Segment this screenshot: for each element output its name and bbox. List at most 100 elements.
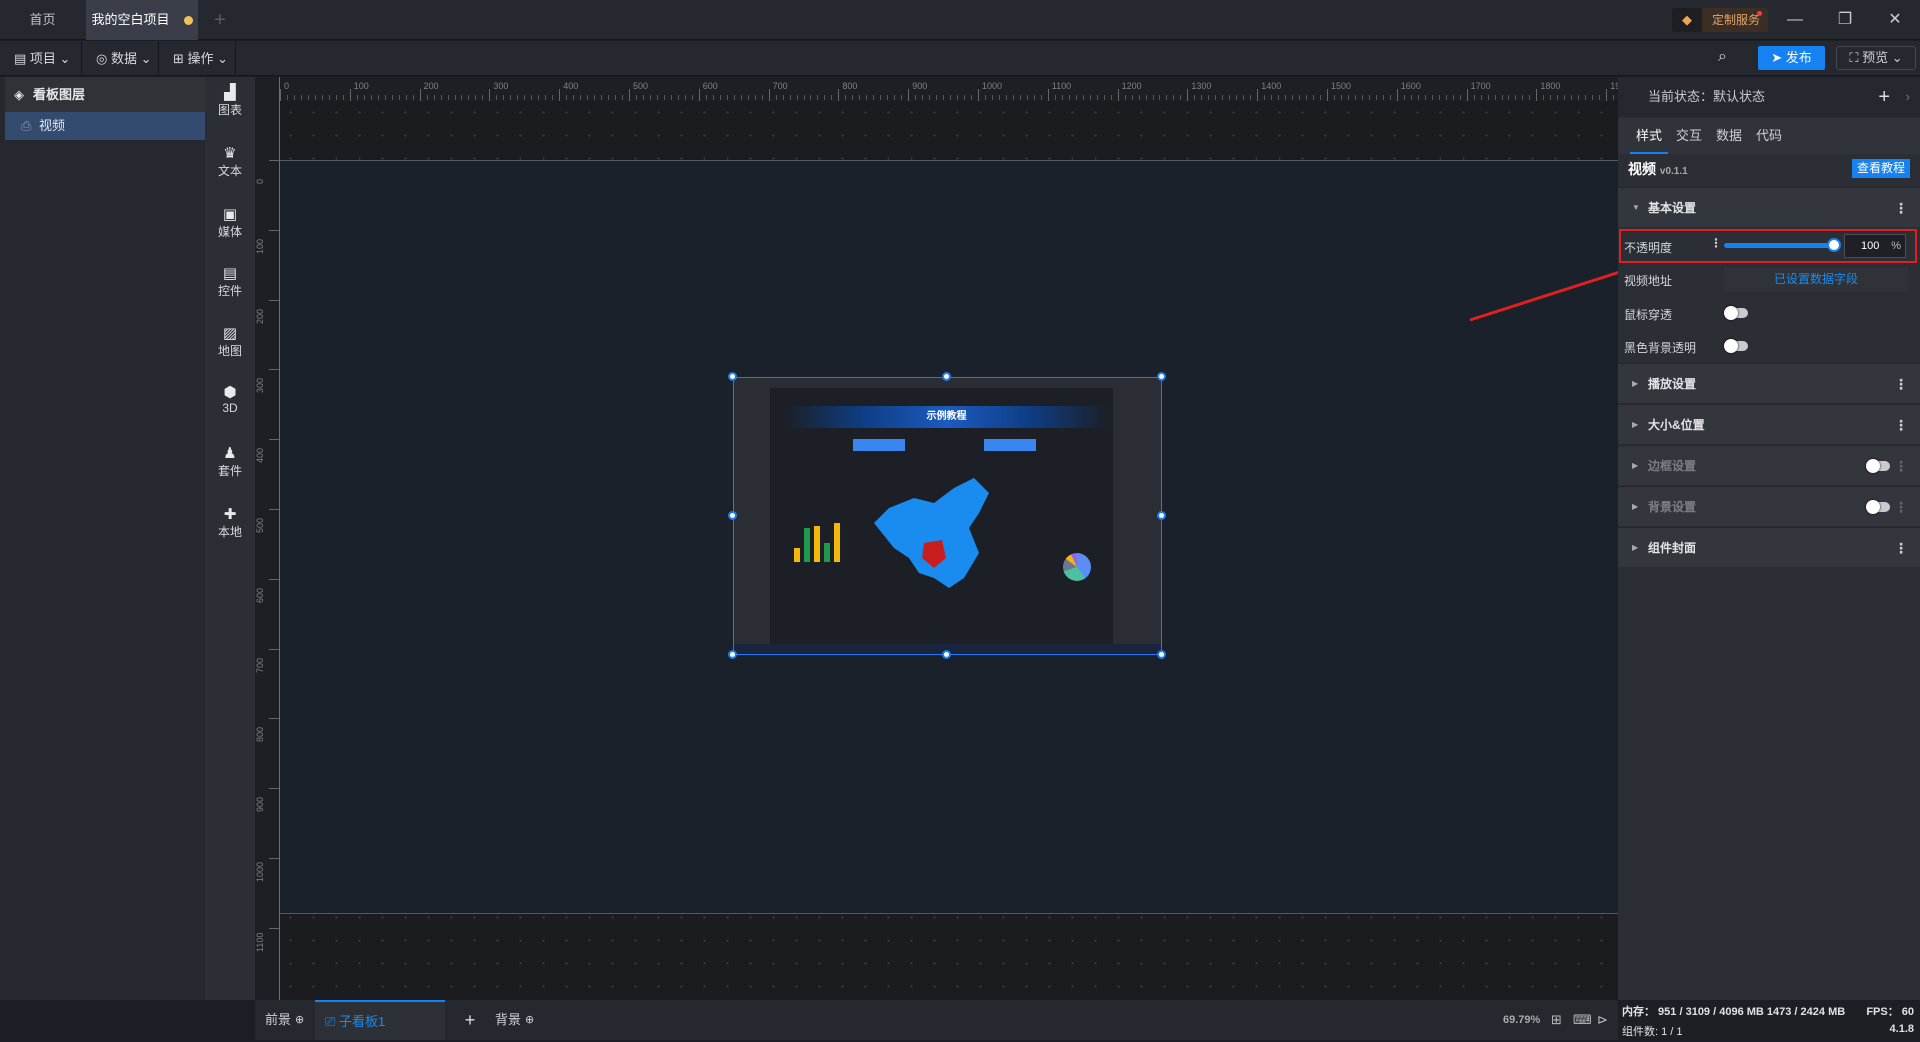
more-icon[interactable]: ⋮ <box>1894 188 1908 228</box>
section-2[interactable]: ▶ 边框设置 ⋮ <box>1618 445 1920 485</box>
ruler-tick <box>747 95 749 100</box>
foreground-tab[interactable]: 前景 ⊕ <box>265 1000 315 1040</box>
resize-handle[interactable] <box>1157 650 1166 659</box>
menu-operation[interactable]: ⊞ 操作 ⌄ <box>159 41 236 76</box>
tab-project[interactable]: 我的空白项目 <box>86 0 198 40</box>
menu-data[interactable]: ◎ 数据 ⌄ <box>82 41 159 76</box>
state-label: 当前状态：默认状态 <box>1648 89 1766 104</box>
component-count: 组件数: 1 / 1 <box>1622 1026 1683 1038</box>
video-url-field[interactable]: 已设置数据字段 <box>1724 267 1908 291</box>
menu-project[interactable]: ▤ 项目 ⌄ <box>0 41 82 76</box>
ruler-tick <box>608 95 610 100</box>
black-bg-toggle[interactable] <box>1724 339 1748 353</box>
ruler-label: 1000 <box>255 861 265 882</box>
ruler-tick <box>321 95 323 100</box>
resize-handle[interactable] <box>728 511 737 520</box>
chevron-right-icon[interactable]: › <box>1906 77 1910 117</box>
publish-label: 发布 <box>1785 50 1812 65</box>
panel-tab-0[interactable]: 样式 <box>1630 118 1668 154</box>
ruler-tick <box>831 95 833 100</box>
resize-handle[interactable] <box>1157 511 1166 520</box>
more-icon[interactable]: ⋮ <box>1894 528 1908 568</box>
component-2[interactable]: ▣ 媒体 <box>205 207 255 240</box>
tutorial-button[interactable]: 查看教程 <box>1851 159 1910 178</box>
ruler-tick <box>866 95 868 100</box>
resize-handle[interactable] <box>728 650 737 659</box>
layer-item-video[interactable]: ⎙ 视频 <box>5 112 205 140</box>
publish-button[interactable]: ➤ 发布 <box>1758 46 1825 70</box>
subboard-label: 子看板1 <box>339 1014 386 1029</box>
slider-handle[interactable] <box>1827 238 1841 252</box>
ruler-tick <box>552 95 554 100</box>
more-icon[interactable]: ⋮ <box>1894 446 1908 486</box>
section-1[interactable]: ▶ 大小&位置 ⋮ <box>1618 404 1920 444</box>
resize-handle[interactable] <box>942 650 951 659</box>
ruler-tick <box>1285 95 1287 100</box>
minimize-button[interactable]: — <box>1780 8 1810 32</box>
ruler-tick <box>873 95 875 100</box>
more-icon[interactable]: ⋮ <box>1894 405 1908 445</box>
caret-down-icon: ▼ <box>1632 203 1640 212</box>
section-toggle[interactable] <box>1866 500 1890 514</box>
preview-label: 预览 <box>1862 50 1889 65</box>
section-toggle[interactable] <box>1866 459 1890 473</box>
diamond-icon: ◆ <box>1672 8 1702 32</box>
ruler-label: 1100 <box>1051 81 1072 91</box>
ruler-tick <box>419 89 421 101</box>
section-basic[interactable]: ▼ 基本设置 ⋮ <box>1618 187 1920 227</box>
ruler-tick <box>269 299 279 301</box>
resize-handle[interactable] <box>942 372 951 381</box>
preview-button[interactable]: ⛶ 预览 ⌄ <box>1836 46 1916 70</box>
section-3[interactable]: ▶ 背景设置 ⋮ <box>1618 486 1920 526</box>
more-icon[interactable]: ⋮ <box>1894 487 1908 527</box>
app-version: 4.1.8 <box>1889 1023 1914 1035</box>
add-board-button[interactable]: + <box>455 1000 485 1040</box>
ruler-tick <box>810 95 812 100</box>
panel-tab-2[interactable]: 数据 <box>1710 118 1748 154</box>
ruler-tick <box>1333 95 1335 100</box>
resize-handle[interactable] <box>728 372 737 381</box>
restore-button[interactable]: ❐ <box>1830 8 1860 32</box>
ruler-tick <box>964 95 966 100</box>
section-0[interactable]: ▶ 播放设置 ⋮ <box>1618 363 1920 403</box>
component-0[interactable]: ▟ 图表 <box>205 85 255 118</box>
background-tab[interactable]: 背景 ⊕ <box>485 1000 545 1040</box>
component-4[interactable]: ▨ 地图 <box>205 326 255 359</box>
panel-tab-1[interactable]: 交互 <box>1670 118 1708 154</box>
ruler-tick <box>342 95 344 100</box>
more-icon[interactable]: ⋮ <box>1894 364 1908 404</box>
add-circle-icon[interactable]: ⊕ <box>525 1014 534 1026</box>
zoom-level[interactable]: 69.79% <box>1503 1000 1540 1040</box>
ruler-tick <box>1061 95 1063 100</box>
section-4[interactable]: ▶ 组件封面 ⋮ <box>1618 527 1920 567</box>
resize-handle[interactable] <box>1157 372 1166 381</box>
section-title: 基本设置 <box>1648 201 1697 215</box>
component-1[interactable]: ♛ 文本 <box>205 146 255 179</box>
subboard-tab[interactable]: ⎚ 子看板1 <box>315 1000 445 1040</box>
add-state-button[interactable]: + <box>1878 77 1890 117</box>
custom-service-button[interactable]: ◆ 定制服务 <box>1672 8 1768 32</box>
ruler-tick <box>1522 95 1524 100</box>
preview-bar <box>804 528 810 562</box>
fit-screen-icon[interactable]: ⊞ <box>1551 1000 1562 1040</box>
component-6[interactable]: ♟ 套件 <box>205 446 255 479</box>
mouse-through-toggle[interactable] <box>1724 306 1748 320</box>
add-circle-icon[interactable]: ⊕ <box>295 1014 304 1026</box>
opacity-slider[interactable] <box>1724 238 1841 252</box>
video-component[interactable]: 示例教程 <box>733 377 1162 655</box>
add-tab-button[interactable]: + <box>205 0 235 40</box>
close-button[interactable]: ✕ <box>1880 8 1910 32</box>
opacity-input[interactable]: 100% <box>1844 234 1906 258</box>
terminal-icon[interactable]: ⊳ <box>1597 1000 1608 1040</box>
component-7[interactable]: ✚ 本地 <box>205 507 255 540</box>
panel-tab-3[interactable]: 代码 <box>1750 118 1788 154</box>
foreground-label: 前景 <box>265 1012 292 1027</box>
more-icon[interactable]: ⋮ <box>1710 236 1722 250</box>
component-icon: ♛ <box>223 145 237 162</box>
keyboard-icon[interactable]: ⌨ <box>1573 1000 1592 1040</box>
tab-home[interactable]: 首页 <box>0 0 85 40</box>
component-3[interactable]: ▤ 控件 <box>205 266 255 299</box>
component-icon: ▣ <box>222 206 238 223</box>
search-icon[interactable]: ⌕ <box>1718 48 1738 68</box>
component-5[interactable]: ⬢ 3D <box>205 385 255 416</box>
